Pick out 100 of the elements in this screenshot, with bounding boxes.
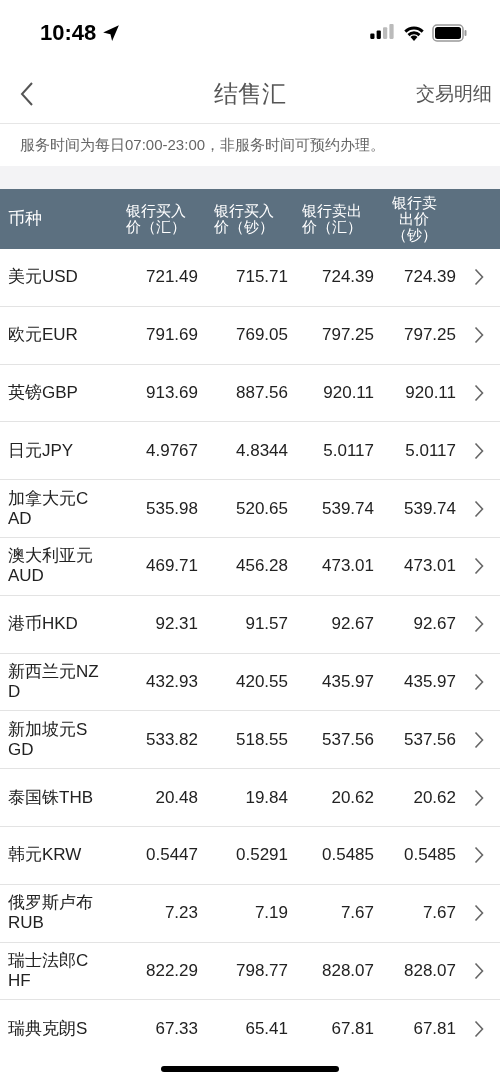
currency-name: 韩元KRW [8,845,83,866]
chevron-right-icon [474,961,484,980]
rate-cell-text: 920.11 [322,383,374,403]
service-hours-notice: 服务时间为每日07:00-23:00，非服务时间可预约办理。 [20,135,386,155]
chevron-right-icon [474,326,484,345]
currency-name: 瑞典克朗S [8,1018,89,1039]
rate-cell-text: 0.5291 [235,845,288,866]
currency-name: 新加坡元SGD [8,719,89,760]
rate-cell-text: 435.97 [403,671,456,692]
rate-cell-text: 913.69 [145,383,198,403]
currency-name: 俄罗斯卢布RUB [8,893,94,934]
rate-cell-text: 473.01 [403,556,456,577]
rate-cell-text: 469.71 [145,556,198,577]
rate-cell-text: 67.81 [330,1018,374,1039]
chevron-right-icon [474,384,484,402]
rate-cell-text: 0.5447 [145,845,198,866]
rate-cell-text: 715.71 [235,267,288,288]
rate-cell-text: 92.67 [412,614,456,635]
rate-cell-text: 19.84 [244,787,288,808]
rate-cell-text: 798.77 [235,960,288,981]
column-header: 币种 [7,211,43,227]
chevron-right-icon [474,904,484,923]
rate-cell-text: 721.49 [145,267,198,288]
page-title: 结售汇 [214,79,286,109]
currency-row[interactable]: 瑞典克朗S 67.33 65.41 67.81 67.81 [0,1000,500,1046]
currency-row[interactable]: 新西兰元NZD 432.93 420.55 435.97 435.97 [0,653,500,712]
rate-cell-text: 456.28 [235,556,288,577]
chevron-right-icon [474,1019,484,1038]
rate-cell-text: 435.97 [321,671,374,692]
currency-row[interactable]: 英镑GBP 913.69 887.56 920.11 920.11 [0,364,500,423]
rate-cell-text: 91.57 [244,614,288,635]
rate-cell-text: 5.0117 [322,440,374,461]
chevron-right-icon [474,846,484,865]
location-arrow-icon [102,23,121,42]
currency-row[interactable]: 港币HKD 92.31 91.57 92.67 92.67 [0,595,500,654]
rate-cell-text: 518.55 [235,729,288,750]
rate-cell-text: 887.56 [235,383,288,403]
currency-row[interactable]: 欧元EUR 791.69 769.05 797.25 797.25 [0,306,500,365]
currency-name: 澳大利亚元AUD [8,546,94,587]
currency-row[interactable]: 加拿大元CAD 535.98 520.65 539.74 539.74 [0,480,500,538]
currency-row[interactable]: 澳大利亚元AUD 469.71 456.28 473.01 473.01 [0,538,500,596]
rate-cell-text: 5.0117 [404,440,456,461]
chevron-right-icon [474,441,484,460]
currency-name: 英镑GBP [8,383,79,403]
currency-name: 港币HKD [8,614,79,635]
rate-cell-text: 65.41 [244,1018,288,1039]
currency-row[interactable]: 韩元KRW 0.5447 0.5291 0.5485 0.5485 [0,826,500,885]
rate-cell-text: 828.07 [403,960,456,981]
rate-cell-text: 20.48 [154,787,198,808]
column-header: 银行卖出价（汇） [302,203,363,235]
currency-row[interactable]: 日元JPY 4.9767 4.8344 5.0117 5.0117 [0,422,500,481]
rate-cell-text: 539.74 [321,498,374,519]
rate-cell-text: 4.8344 [235,440,288,461]
rate-cell-text: 822.29 [145,960,198,981]
rate-cell-text: 0.5485 [321,845,374,866]
chevron-right-icon [474,268,484,287]
rate-cell-text: 473.01 [321,556,374,577]
rate-cell-text: 92.67 [330,614,374,635]
rate-cell-text: 797.25 [321,325,374,346]
rate-cell-text: 533.82 [145,729,198,750]
chevron-right-icon [474,672,484,691]
rate-cell-text: 920.11 [404,383,456,403]
rate-cell-text: 7.23 [163,903,198,924]
column-header: 银行卖出价（钞） [390,195,438,243]
currency-name: 新西兰元NZD [8,661,99,702]
chevron-right-icon [474,499,484,518]
rate-cell-text: 67.81 [412,1018,456,1039]
currency-name: 欧元EUR [8,325,79,346]
currency-name: 日元JPY [8,440,75,461]
currency-name: 瑞士法郎CHF [8,950,90,991]
rate-cell-text: 67.33 [154,1018,198,1039]
column-header: 银行买入价（钞） [214,203,275,235]
rate-cell-text: 769.05 [235,325,288,346]
rate-cell-text: 20.62 [412,787,456,808]
rate-cell-text: 791.69 [145,325,198,346]
rate-cell-text: 7.67 [421,903,456,924]
column-header: 银行买入价（汇） [126,203,187,235]
chevron-right-icon [474,557,484,576]
currency-row[interactable]: 泰国铢THB 20.48 19.84 20.62 20.62 [0,769,500,827]
rate-cell-text: 7.19 [253,903,288,924]
currency-row[interactable]: 新加坡元SGD 533.82 518.55 537.56 537.56 [0,711,500,770]
currency-row[interactable]: 俄罗斯卢布RUB 7.23 7.19 7.67 7.67 [0,884,500,943]
rate-cell-text: 539.74 [403,498,456,519]
rate-cell-text: 420.55 [235,671,288,692]
chevron-right-icon [474,788,484,807]
rate-cell-text: 797.25 [403,325,456,346]
battery-icon [432,23,468,42]
transaction-details-link[interactable]: 交易明细 [416,81,492,107]
rate-cell-text: 520.65 [235,498,288,519]
status-time: 10:48 [40,19,97,46]
currency-row[interactable]: 美元USD 721.49 715.71 724.39 724.39 [0,249,500,307]
rate-cell-text: 4.9767 [145,440,198,461]
currency-name: 加拿大元CAD [8,488,90,529]
currency-row[interactable]: 瑞士法郎CHF 822.29 798.77 828.07 828.07 [0,942,500,1001]
rate-cell-text: 20.62 [330,787,374,808]
rate-cell-text: 535.98 [145,498,198,519]
rate-cell-text: 724.39 [403,267,456,288]
currency-name: 美元USD [8,267,79,288]
rate-cell-text: 432.93 [145,671,198,692]
chevron-right-icon [474,615,484,634]
